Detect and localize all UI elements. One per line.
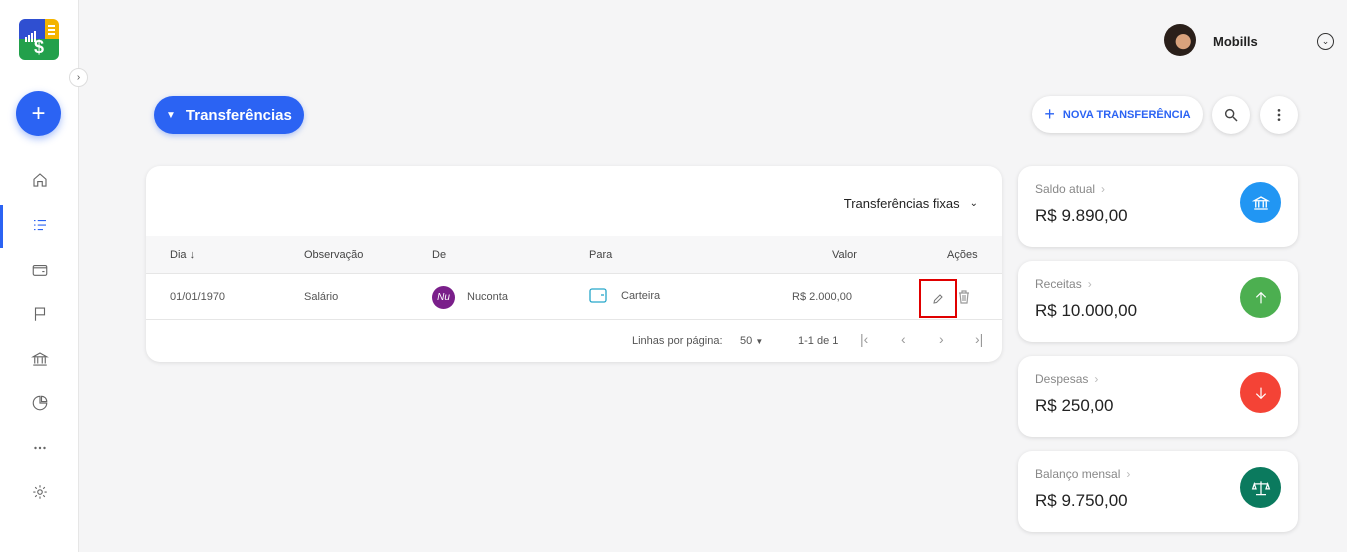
previous-page-icon[interactable]: ‹	[901, 331, 906, 347]
column-from: De	[432, 249, 447, 261]
fixed-transfers-filter[interactable]: Transferências fixas ⌄	[844, 196, 978, 211]
plus-icon: +	[1044, 104, 1055, 124]
page-title-dropdown[interactable]: ▼ Transferências	[154, 96, 304, 134]
summary-label: Receitas ›	[1035, 277, 1092, 291]
new-transfer-label: NOVA TRANSFERÊNCIA	[1062, 108, 1191, 121]
pencil-icon	[933, 293, 943, 304]
transfers-table-card: Transferências fixas ⌄ Dia ↓ Observação …	[146, 166, 1002, 362]
pagination: Linhas por página: 50 ▼ 1-1 de 1 |‹ ‹ › …	[146, 320, 1002, 362]
summary-card-income[interactable]: Receitas › R$ 10.000,00	[1018, 261, 1298, 342]
summary-label: Saldo atual ›	[1035, 182, 1106, 196]
wallet-icon	[32, 264, 47, 276]
caret-down-icon: ▼	[755, 337, 764, 346]
summary-value: R$ 9.890,00	[1035, 206, 1128, 225]
table-row[interactable]: 01/01/1970 Salário Nu Nuconta Carteira R…	[146, 274, 1002, 320]
sidebar-item-banks[interactable]	[0, 339, 79, 379]
more-horizontal-icon	[33, 446, 46, 450]
page-title: Transferências	[185, 106, 292, 124]
column-actions: Ações	[947, 249, 978, 261]
more-vertical-icon	[1277, 109, 1281, 121]
page-range: 1-1 de 1	[798, 335, 839, 347]
row-value: R$ 2.000,00	[792, 291, 852, 303]
summary-value: R$ 10.000,00	[1035, 301, 1138, 320]
last-page-icon[interactable]: ›|	[975, 331, 983, 347]
sidebar-item-transactions[interactable]	[0, 205, 79, 248]
summary-label: Balanço mensal ›	[1035, 467, 1131, 481]
delete-button[interactable]	[958, 290, 970, 304]
sidebar: $ +	[0, 0, 79, 552]
sidebar-item-accounts[interactable]	[0, 250, 79, 290]
row-from: Nuconta	[467, 291, 508, 303]
flag-icon	[34, 307, 45, 321]
chevron-right-icon: ›	[76, 72, 81, 83]
bank-icon	[1240, 182, 1281, 223]
avatar	[1164, 24, 1196, 56]
search-icon	[1224, 108, 1238, 122]
summary-label: Despesas ›	[1035, 372, 1099, 386]
search-button[interactable]	[1212, 96, 1250, 134]
first-page-icon[interactable]: |‹	[860, 331, 868, 347]
rows-per-page-select[interactable]: 50 ▼	[740, 335, 763, 347]
table-header: Dia ↓ Observação De Para Valor Ações	[146, 236, 1002, 274]
row-observation: Salário	[304, 291, 339, 303]
add-button[interactable]: +	[16, 91, 61, 136]
bank-icon	[30, 352, 49, 366]
arrow-down-icon: ↓	[189, 249, 196, 261]
sidebar-item-settings[interactable]	[0, 472, 79, 512]
sidebar-item-goals[interactable]	[0, 294, 79, 334]
user-dropdown-button[interactable]: ⌄	[1317, 33, 1334, 50]
home-icon	[32, 173, 47, 187]
user-menu[interactable]: Mobills	[1164, 24, 1258, 56]
pie-chart-icon	[32, 395, 47, 411]
wallet-icon	[589, 288, 607, 303]
arrow-down-icon	[1240, 372, 1281, 413]
arrow-up-icon	[1240, 277, 1281, 318]
sidebar-item-reports[interactable]	[0, 383, 79, 423]
summary-card-monthly-balance[interactable]: Balanço mensal › R$ 9.750,00	[1018, 451, 1298, 532]
sidebar-item-more[interactable]	[0, 428, 79, 468]
chevron-down-icon: ⌄	[1321, 36, 1330, 46]
chevron-down-icon: ▼	[166, 109, 176, 121]
nuconta-icon: Nu	[432, 286, 455, 309]
more-options-button[interactable]	[1260, 96, 1298, 134]
summary-value: R$ 9.750,00	[1035, 491, 1128, 510]
app-logo[interactable]: $	[19, 19, 59, 60]
chevron-down-icon: ⌄	[969, 198, 978, 209]
edit-button[interactable]	[919, 279, 957, 318]
scale-icon	[1240, 467, 1281, 508]
new-transfer-button[interactable]: + NOVA TRANSFERÊNCIA	[1032, 96, 1203, 133]
sidebar-item-home[interactable]	[0, 160, 79, 200]
summary-value: R$ 250,00	[1035, 396, 1114, 415]
gear-icon	[32, 485, 47, 499]
row-day: 01/01/1970	[170, 291, 226, 303]
row-to: Carteira	[621, 290, 661, 302]
summary-card-balance[interactable]: Saldo atual › R$ 9.890,00	[1018, 166, 1298, 247]
filter-label: Transferências fixas	[843, 196, 960, 211]
user-name: Mobills	[1213, 34, 1258, 49]
column-observation: Observação	[304, 249, 364, 261]
rows-per-page-label: Linhas por página:	[632, 335, 723, 347]
list-icon	[33, 219, 46, 231]
column-to: Para	[589, 249, 613, 261]
next-page-icon[interactable]: ›	[939, 331, 944, 347]
column-day[interactable]: Dia ↓	[170, 249, 195, 261]
sidebar-toggle-button[interactable]: ›	[69, 68, 88, 87]
column-value: Valor	[832, 249, 857, 261]
summary-card-expenses[interactable]: Despesas › R$ 250,00	[1018, 356, 1298, 437]
